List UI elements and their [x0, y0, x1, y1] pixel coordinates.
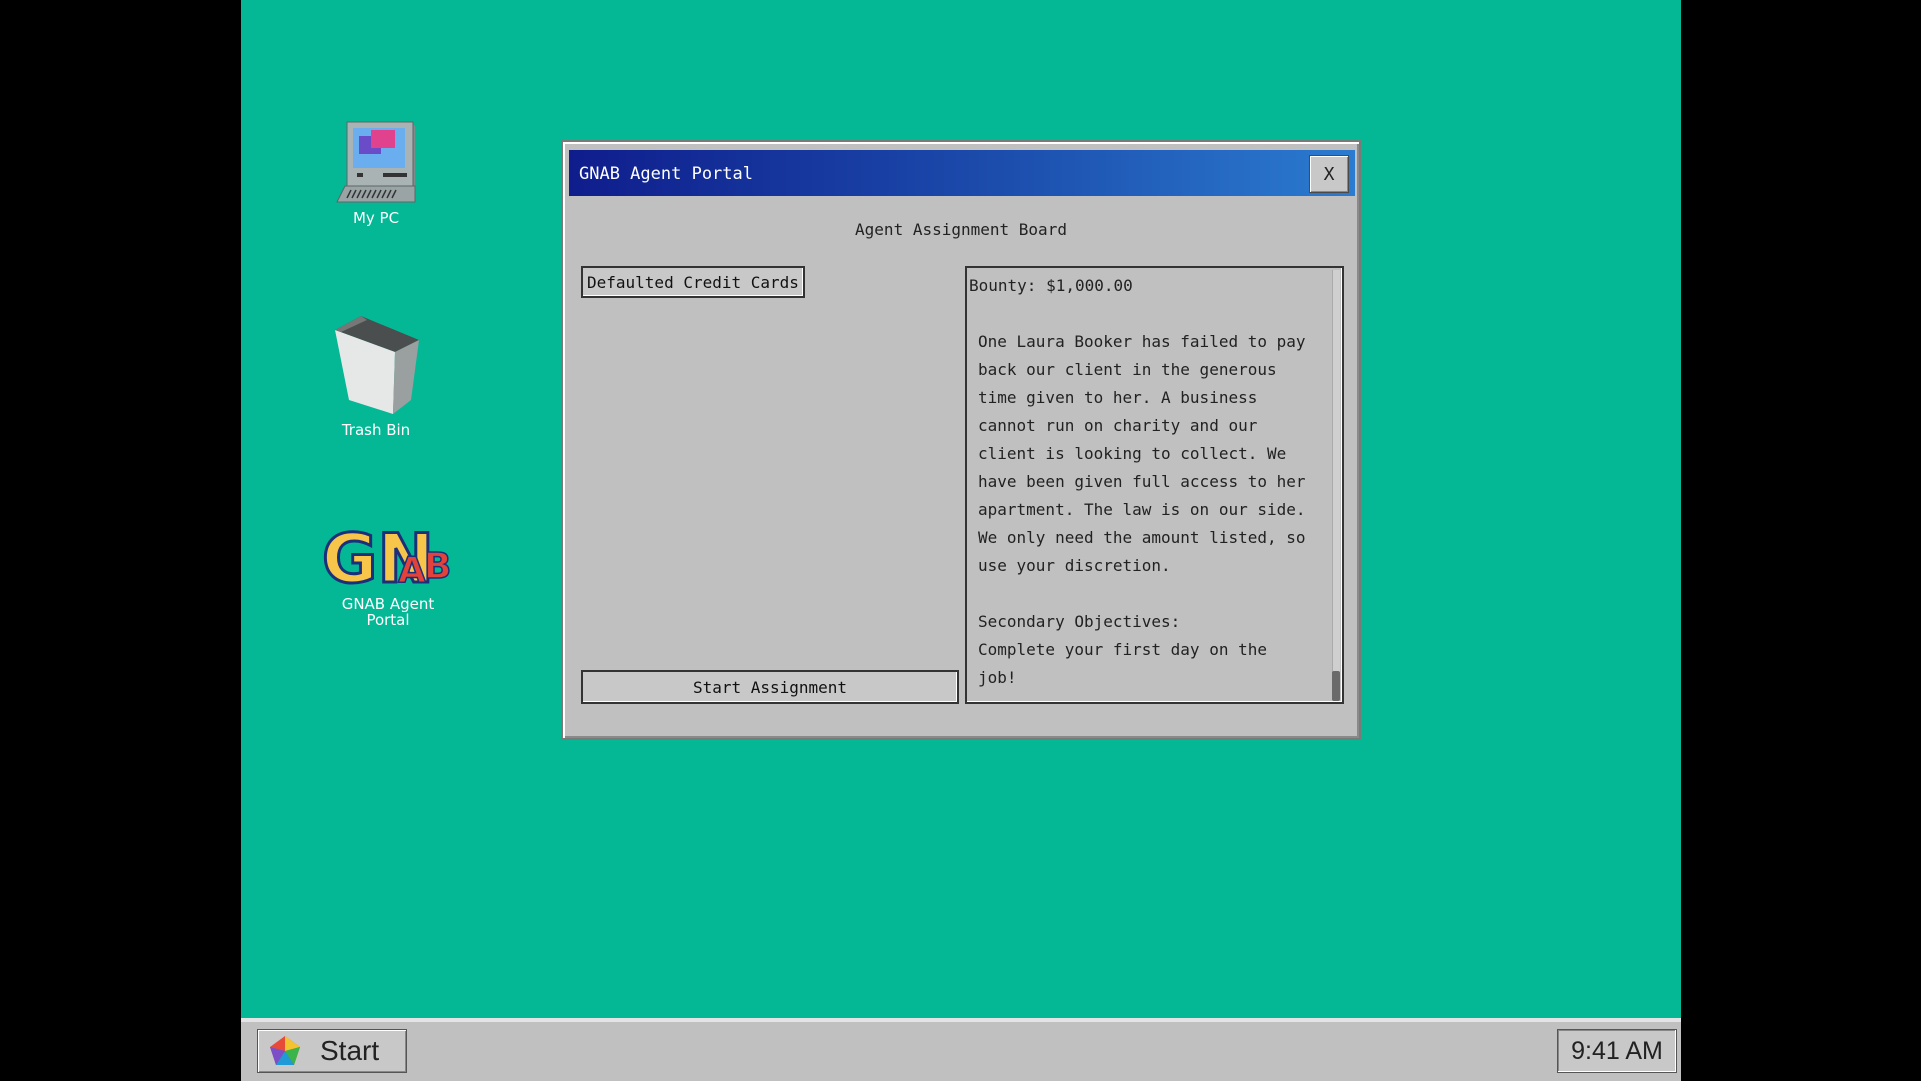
computer-icon — [336, 121, 416, 203]
secondary-objective-line: Complete your first day on the — [978, 640, 1267, 659]
gnab-logo-icon: GN A B — [321, 520, 453, 590]
window-title: GNAB Agent Portal — [579, 164, 753, 184]
start-button[interactable]: Start — [257, 1029, 407, 1073]
svg-text:A: A — [398, 550, 426, 590]
description-line: One Laura Booker has failed to pay — [978, 332, 1306, 351]
description-line: apartment. The law is on our side. — [978, 500, 1306, 519]
start-label: Start — [320, 1035, 380, 1066]
assignment-detail-panel[interactable]: Bounty: $1,000.00 One Laura Booker has f… — [965, 266, 1344, 704]
description-line: client is looking to collect. We — [978, 444, 1287, 463]
description-line: use your discretion. — [978, 556, 1171, 575]
svg-text:B: B — [424, 546, 451, 587]
desktop-icon-label: My PC — [352, 209, 400, 227]
description-line: cannot run on charity and our — [978, 416, 1258, 435]
description-line: We only need the amount listed, so — [978, 528, 1306, 547]
desktop-icon-trash-bin[interactable]: Trash Bin — [301, 314, 451, 438]
trash-bin-icon — [335, 316, 419, 414]
start-assignment-button[interactable]: Start Assignment — [581, 670, 959, 704]
scrollbar-track[interactable] — [1332, 270, 1340, 700]
assignment-list-item[interactable]: Defaulted Credit Cards — [581, 266, 805, 298]
desktop-icon-gnab-agent-portal[interactable]: GN A B GNAB Agent Portal — [313, 520, 463, 628]
secondary-objective-line: job! — [978, 668, 1017, 687]
scrollbar-thumb[interactable] — [1332, 671, 1340, 701]
desktop-icon-label: Trash Bin — [341, 421, 411, 439]
start-logo-icon — [270, 1036, 300, 1065]
gnab-agent-portal-window: GNAB Agent Portal X Agent Assignment Boa… — [561, 140, 1361, 740]
close-button[interactable]: X — [1309, 155, 1349, 193]
desktop-icon-label: GNAB Agent Portal — [341, 595, 435, 629]
bounty-text: Bounty: $1,000.00 — [969, 276, 1133, 295]
description-line: have been given full access to her — [978, 472, 1306, 491]
desktop-icon-my-pc[interactable]: My PC — [301, 118, 451, 226]
board-title: Agent Assignment Board — [855, 220, 1067, 239]
taskbar: Start 9:41 AM — [241, 1018, 1681, 1081]
window-titlebar[interactable]: GNAB Agent Portal X — [569, 150, 1355, 196]
assignment-detail-text: Bounty: $1,000.00 One Laura Booker has f… — [969, 272, 1329, 692]
taskbar-clock: 9:41 AM — [1557, 1029, 1677, 1073]
secondary-objectives-heading: Secondary Objectives: — [978, 612, 1181, 631]
description-line: time given to her. A business — [978, 388, 1258, 407]
description-line: back our client in the generous — [978, 360, 1277, 379]
desktop: My PC Trash Bin GN A B GNAB Agent Portal… — [241, 0, 1681, 1081]
